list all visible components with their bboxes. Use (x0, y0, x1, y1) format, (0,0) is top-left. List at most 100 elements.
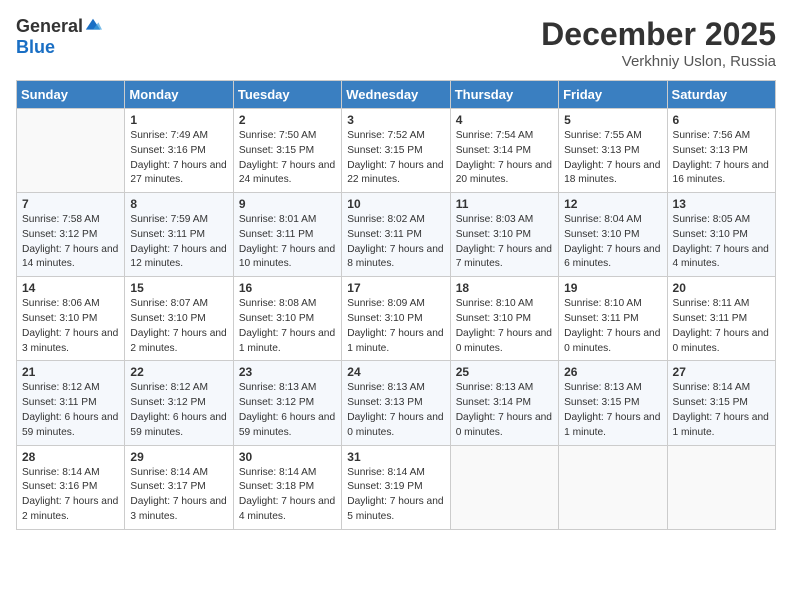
calendar-day-cell (559, 445, 667, 529)
calendar-week-row: 21Sunrise: 8:12 AMSunset: 3:11 PMDayligh… (17, 361, 776, 445)
day-number: 12 (564, 197, 661, 211)
calendar-day-cell: 24 Sunrise: 8:13 AMSunset: 3:13 PMDayligh… (342, 361, 450, 445)
calendar-day-cell: 22 Sunrise: 8:12 AMSunset: 3:12 PMDayligh… (125, 361, 233, 445)
day-number: 11 (456, 197, 553, 211)
day-info: Sunrise: 8:12 AMSunset: 3:12 PMDaylight:… (130, 381, 227, 440)
day-info: Sunrise: 8:02 AMSunset: 3:11 PMDaylight:… (347, 213, 444, 272)
day-info: Sunrise: 8:14 AMSunset: 3:16 PMDaylight:… (22, 466, 119, 525)
day-number: 10 (347, 197, 444, 211)
day-number: 29 (130, 450, 227, 464)
day-number: 17 (347, 281, 444, 295)
calendar-day-cell: 12 Sunrise: 8:04 AMSunset: 3:10 PMDayligh… (559, 193, 667, 277)
day-number: 5 (564, 113, 661, 127)
day-info: Sunrise: 8:12 AMSunset: 3:11 PMDaylight:… (22, 381, 119, 440)
calendar-day-cell: 21Sunrise: 8:12 AMSunset: 3:11 PMDayligh… (17, 361, 125, 445)
day-number: 2 (239, 113, 336, 127)
calendar-day-cell (17, 109, 125, 193)
calendar-day-cell: 3Sunrise: 7:52 AMSunset: 3:15 PMDaylight… (342, 109, 450, 193)
calendar-day-cell: 6Sunrise: 7:56 AMSunset: 3:13 PMDaylight… (667, 109, 775, 193)
day-number: 16 (239, 281, 336, 295)
calendar-day-header: Wednesday (342, 81, 450, 109)
day-number: 27 (673, 365, 770, 379)
calendar-week-row: 7 Sunrise: 7:58 AMSunset: 3:12 PMDaylight… (17, 193, 776, 277)
day-number: 1 (130, 113, 227, 127)
day-info: Sunrise: 7:55 AMSunset: 3:13 PMDaylight:… (564, 129, 661, 188)
calendar-day-cell: 7 Sunrise: 7:58 AMSunset: 3:12 PMDaylight… (17, 193, 125, 277)
day-info: Sunrise: 8:07 AMSunset: 3:10 PMDaylight:… (130, 297, 227, 356)
page-header: General Blue December 2025 Verkhniy Uslo… (16, 16, 776, 70)
day-number: 24 (347, 365, 444, 379)
day-number: 7 (22, 197, 119, 211)
day-info: Sunrise: 7:54 AMSunset: 3:14 PMDaylight:… (456, 129, 553, 188)
calendar-day-cell: 9 Sunrise: 8:01 AMSunset: 3:11 PMDaylight… (233, 193, 341, 277)
calendar-day-cell: 1 Sunrise: 7:49 AMSunset: 3:16 PMDaylight… (125, 109, 233, 193)
calendar-day-cell: 16 Sunrise: 8:08 AMSunset: 3:10 PMDayligh… (233, 277, 341, 361)
calendar-day-cell: 18 Sunrise: 8:10 AMSunset: 3:10 PMDayligh… (450, 277, 558, 361)
calendar-day-cell: 10 Sunrise: 8:02 AMSunset: 3:11 PMDayligh… (342, 193, 450, 277)
logo: General Blue (16, 16, 102, 58)
calendar-body: 1 Sunrise: 7:49 AMSunset: 3:16 PMDaylight… (17, 109, 776, 530)
calendar-day-header: Thursday (450, 81, 558, 109)
day-info: Sunrise: 8:10 AMSunset: 3:11 PMDaylight:… (564, 297, 661, 356)
day-info: Sunrise: 8:14 AMSunset: 3:18 PMDaylight:… (239, 466, 336, 525)
day-number: 31 (347, 450, 444, 464)
day-number: 3 (347, 113, 444, 127)
day-number: 18 (456, 281, 553, 295)
day-info: Sunrise: 8:14 AMSunset: 3:15 PMDaylight:… (673, 381, 770, 440)
day-number: 19 (564, 281, 661, 295)
calendar-day-header: Friday (559, 81, 667, 109)
calendar-day-cell: 28 Sunrise: 8:14 AMSunset: 3:16 PMDayligh… (17, 445, 125, 529)
day-info: Sunrise: 8:08 AMSunset: 3:10 PMDaylight:… (239, 297, 336, 356)
day-info: Sunrise: 8:04 AMSunset: 3:10 PMDaylight:… (564, 213, 661, 272)
calendar-day-header: Saturday (667, 81, 775, 109)
day-info: Sunrise: 7:56 AMSunset: 3:13 PMDaylight:… (673, 129, 770, 188)
day-number: 4 (456, 113, 553, 127)
day-info: Sunrise: 7:58 AMSunset: 3:12 PMDaylight:… (22, 213, 119, 272)
day-info: Sunrise: 8:11 AMSunset: 3:11 PMDaylight:… (673, 297, 770, 356)
day-info: Sunrise: 8:13 AMSunset: 3:13 PMDaylight:… (347, 381, 444, 440)
day-number: 30 (239, 450, 336, 464)
calendar-day-cell (667, 445, 775, 529)
calendar-day-cell (450, 445, 558, 529)
calendar-day-cell: 31 Sunrise: 8:14 AMSunset: 3:19 PMDayligh… (342, 445, 450, 529)
calendar-day-cell: 8Sunrise: 7:59 AMSunset: 3:11 PMDaylight… (125, 193, 233, 277)
calendar-day-cell: 29 Sunrise: 8:14 AMSunset: 3:17 PMDayligh… (125, 445, 233, 529)
calendar-day-cell: 27 Sunrise: 8:14 AMSunset: 3:15 PMDayligh… (667, 361, 775, 445)
day-info: Sunrise: 8:01 AMSunset: 3:11 PMDaylight:… (239, 213, 336, 272)
day-info: Sunrise: 8:10 AMSunset: 3:10 PMDaylight:… (456, 297, 553, 356)
calendar-day-cell: 19 Sunrise: 8:10 AMSunset: 3:11 PMDayligh… (559, 277, 667, 361)
day-number: 23 (239, 365, 336, 379)
logo-blue: Blue (16, 37, 55, 58)
day-info: Sunrise: 8:09 AMSunset: 3:10 PMDaylight:… (347, 297, 444, 356)
day-number: 13 (673, 197, 770, 211)
calendar-week-row: 1 Sunrise: 7:49 AMSunset: 3:16 PMDaylight… (17, 109, 776, 193)
day-info: Sunrise: 8:13 AMSunset: 3:14 PMDaylight:… (456, 381, 553, 440)
day-number: 15 (130, 281, 227, 295)
calendar-day-cell: 11 Sunrise: 8:03 AMSunset: 3:10 PMDayligh… (450, 193, 558, 277)
day-info: Sunrise: 8:14 AMSunset: 3:19 PMDaylight:… (347, 466, 444, 525)
calendar-day-cell: 5 Sunrise: 7:55 AMSunset: 3:13 PMDaylight… (559, 109, 667, 193)
calendar-week-row: 14Sunrise: 8:06 AMSunset: 3:10 PMDayligh… (17, 277, 776, 361)
calendar-day-cell: 17 Sunrise: 8:09 AMSunset: 3:10 PMDayligh… (342, 277, 450, 361)
day-number: 28 (22, 450, 119, 464)
day-info: Sunrise: 8:05 AMSunset: 3:10 PMDaylight:… (673, 213, 770, 272)
calendar-day-cell: 4 Sunrise: 7:54 AMSunset: 3:14 PMDaylight… (450, 109, 558, 193)
calendar-day-header: Sunday (17, 81, 125, 109)
calendar-day-header: Tuesday (233, 81, 341, 109)
day-info: Sunrise: 8:03 AMSunset: 3:10 PMDaylight:… (456, 213, 553, 272)
day-info: Sunrise: 8:14 AMSunset: 3:17 PMDaylight:… (130, 466, 227, 525)
day-info: Sunrise: 7:49 AMSunset: 3:16 PMDaylight:… (130, 129, 227, 188)
day-number: 9 (239, 197, 336, 211)
calendar-day-cell: 20 Sunrise: 8:11 AMSunset: 3:11 PMDayligh… (667, 277, 775, 361)
calendar-day-cell: 30 Sunrise: 8:14 AMSunset: 3:18 PMDayligh… (233, 445, 341, 529)
day-number: 20 (673, 281, 770, 295)
title-block: December 2025 Verkhniy Uslon, Russia (541, 16, 776, 70)
day-number: 22 (130, 365, 227, 379)
logo-icon (84, 17, 102, 35)
day-info: Sunrise: 8:13 AMSunset: 3:15 PMDaylight:… (564, 381, 661, 440)
calendar-day-cell: 15 Sunrise: 8:07 AMSunset: 3:10 PMDayligh… (125, 277, 233, 361)
month-title: December 2025 (541, 16, 776, 53)
calendar-day-cell: 13 Sunrise: 8:05 AMSunset: 3:10 PMDayligh… (667, 193, 775, 277)
calendar-day-cell: 2Sunrise: 7:50 AMSunset: 3:15 PMDaylight… (233, 109, 341, 193)
day-number: 25 (456, 365, 553, 379)
